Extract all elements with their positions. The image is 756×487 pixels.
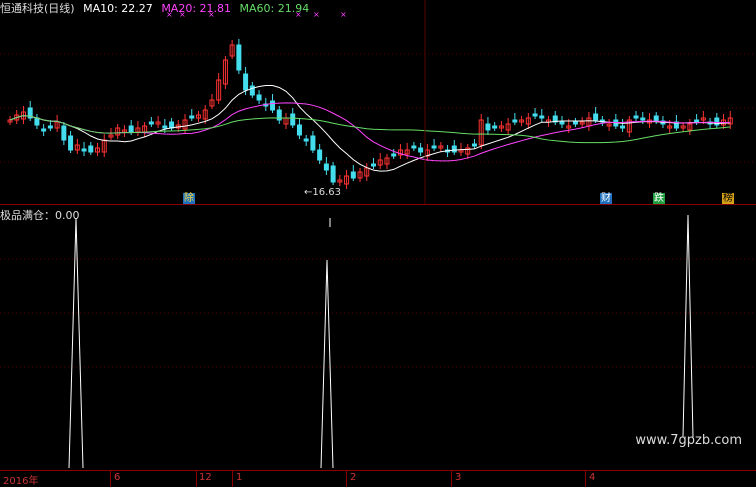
marker-glyph: × bbox=[179, 10, 186, 19]
candle-body bbox=[640, 117, 646, 121]
candle-body bbox=[371, 163, 376, 167]
time-label-12: 12 bbox=[199, 472, 212, 483]
candle-body bbox=[81, 148, 87, 152]
event-tag-drop[interactable]: 跌 bbox=[653, 193, 665, 204]
candle-body bbox=[243, 73, 249, 91]
candle-body bbox=[418, 147, 424, 153]
candle-body bbox=[485, 123, 491, 131]
axis-top-line bbox=[0, 470, 756, 471]
event-tag-dividend[interactable]: 除 bbox=[183, 193, 195, 204]
watermark: www.7gpzb.com bbox=[635, 433, 742, 448]
candle-body bbox=[411, 145, 417, 149]
candle-body bbox=[471, 143, 477, 147]
time-label-3: 3 bbox=[455, 472, 462, 483]
time-label-6: 6 bbox=[114, 472, 121, 483]
candle-body bbox=[290, 113, 296, 126]
candle-body bbox=[539, 115, 545, 119]
candle-body bbox=[47, 125, 53, 129]
tick-sep bbox=[346, 470, 347, 487]
candle-body bbox=[256, 94, 262, 101]
tick-sep bbox=[451, 470, 452, 487]
marker-glyph: × bbox=[313, 10, 320, 19]
candle-body bbox=[148, 121, 154, 125]
tick-sep bbox=[585, 470, 586, 487]
candle-body bbox=[249, 85, 255, 96]
candle-body bbox=[391, 153, 397, 157]
candle-body bbox=[714, 117, 720, 126]
time-label-4: 4 bbox=[589, 472, 596, 483]
candle-body bbox=[317, 149, 323, 161]
candle-body bbox=[323, 163, 329, 171]
candle-body bbox=[169, 121, 175, 129]
candle-body bbox=[572, 121, 578, 125]
candle-body bbox=[303, 138, 309, 142]
tick-sep bbox=[110, 470, 111, 487]
time-label-2016: 2016年 bbox=[3, 476, 39, 487]
candle-body bbox=[189, 115, 195, 119]
indicator-spike bbox=[68, 217, 84, 469]
marker-glyph: × bbox=[340, 10, 347, 19]
candle-body bbox=[653, 115, 659, 122]
candle-body bbox=[296, 124, 302, 136]
indicator-chart[interactable] bbox=[0, 205, 756, 470]
candle-body bbox=[330, 165, 336, 183]
candle-body bbox=[34, 117, 40, 126]
indicator-spike bbox=[682, 214, 694, 438]
candlestick-chart[interactable]: × × × × × × bbox=[0, 0, 756, 205]
candle-body bbox=[431, 145, 437, 149]
low-price-label: ←16.63 bbox=[304, 187, 342, 198]
kline-panel[interactable]: 恒通科技(日线) MA10: 22.27 MA20: 21.81 MA60: 2… bbox=[0, 0, 756, 205]
candle-body bbox=[593, 113, 599, 121]
candle-body bbox=[128, 125, 134, 133]
candle-body bbox=[310, 135, 316, 151]
candle-body bbox=[270, 100, 276, 111]
event-tag-finance[interactable]: 财 bbox=[600, 193, 612, 204]
candle-body bbox=[162, 125, 168, 129]
candle-body bbox=[41, 128, 47, 132]
indicator-panel[interactable]: 极品满仓：0.00 www.7gpzb.com bbox=[0, 205, 756, 470]
candle-body bbox=[350, 171, 356, 179]
candle-body bbox=[492, 125, 498, 129]
candle-body bbox=[532, 113, 538, 117]
marker-glyph: × bbox=[166, 10, 173, 19]
candle-body bbox=[61, 125, 67, 141]
candle-body bbox=[236, 44, 242, 71]
candle-body bbox=[512, 119, 518, 123]
candle-body bbox=[451, 145, 457, 153]
tick-sep bbox=[196, 470, 197, 487]
marker-glyph: × bbox=[208, 10, 215, 19]
candle-body bbox=[68, 135, 74, 151]
tick-sep bbox=[232, 470, 233, 487]
marker-glyph: × bbox=[295, 10, 302, 19]
candle-body bbox=[620, 125, 626, 129]
event-tag-list[interactable]: 榜 bbox=[722, 193, 734, 204]
time-label-1: 1 bbox=[236, 472, 243, 483]
candle-body bbox=[694, 119, 700, 123]
candle-body bbox=[633, 115, 639, 119]
candle-body bbox=[559, 121, 565, 125]
candle-body bbox=[88, 145, 94, 153]
indicator-spike bbox=[320, 259, 334, 469]
time-axis: 2016年 6 12 1 2 3 4 bbox=[0, 470, 756, 487]
time-label-2: 2 bbox=[350, 472, 357, 483]
candle-body bbox=[276, 109, 282, 121]
